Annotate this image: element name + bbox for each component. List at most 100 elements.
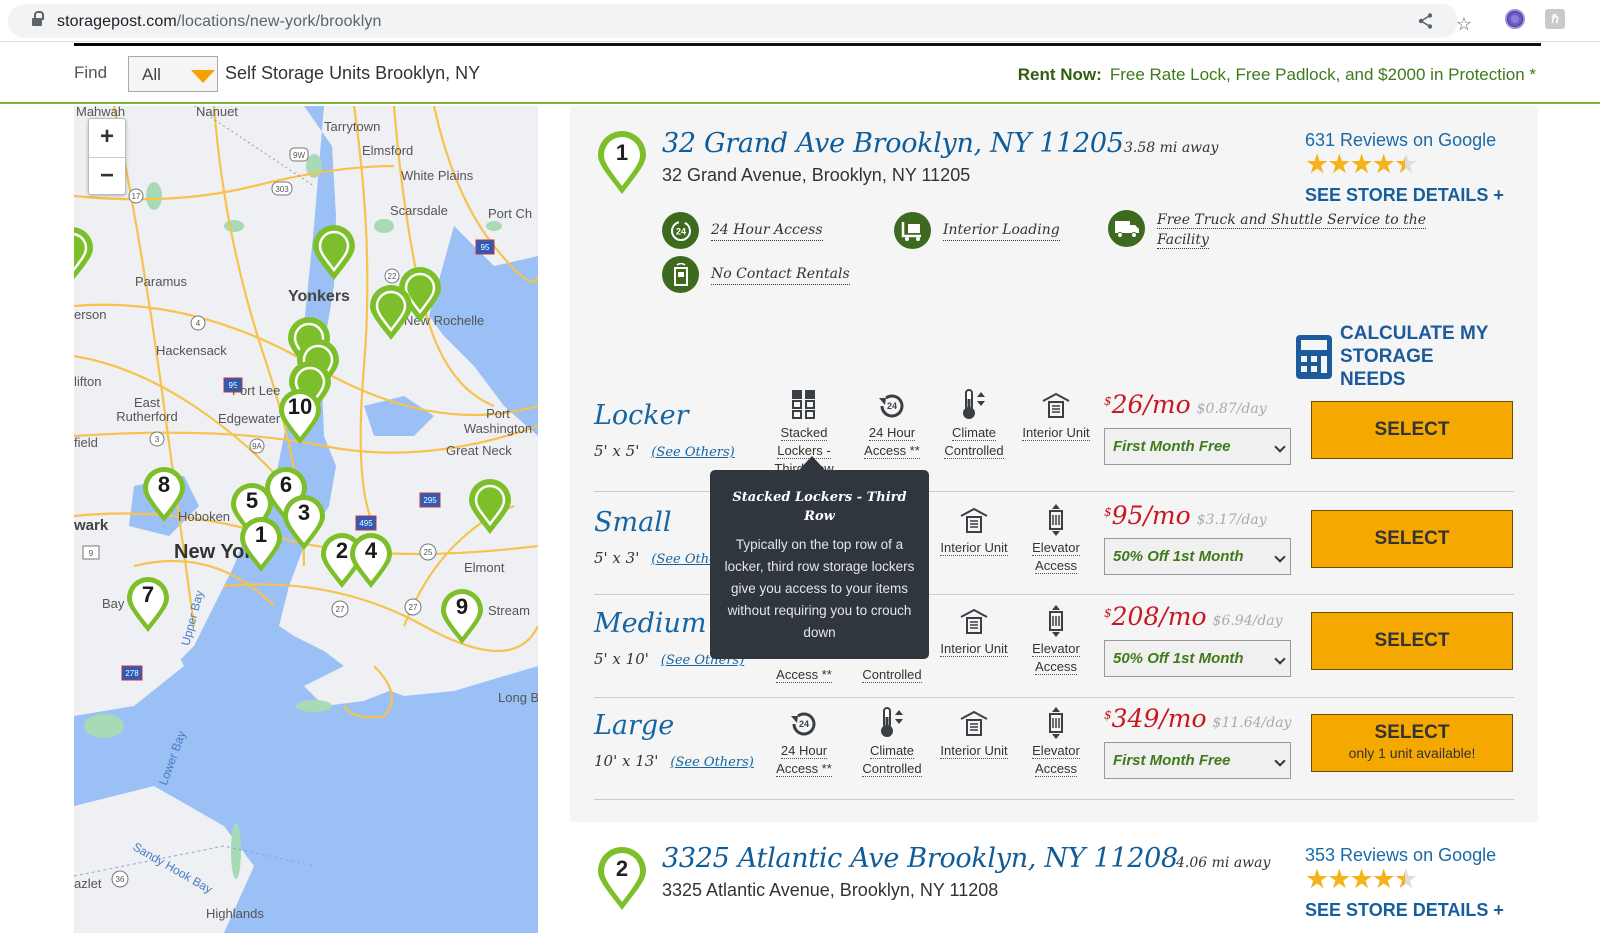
promo-select[interactable]: 50% Off 1st Month: [1104, 538, 1291, 575]
feature-24-hour[interactable]: 24 24 Hour Access **: [764, 704, 844, 778]
feature-interior-unit[interactable]: Interior Unit: [934, 704, 1014, 760]
store-pin-1: 1: [595, 130, 649, 196]
see-store-details-link[interactable]: SEE STORE DETAILS +: [1305, 900, 1504, 921]
amenity-interior-loading: Interior Loading: [894, 212, 1060, 249]
select-button[interactable]: SELECT: [1311, 612, 1513, 670]
map-label: Long B: [498, 690, 538, 705]
feature-interior-unit[interactable]: Interior Unit: [934, 501, 1014, 557]
map[interactable]: 9W 303 17 4 22 95 95 3 9A 295 495 25 27 …: [74, 106, 538, 933]
svg-text:25: 25: [424, 548, 433, 557]
currency-symbol: $: [1104, 505, 1112, 519]
select-button[interactable]: SELECT only 1 unit available!: [1311, 714, 1513, 772]
map-label: Scarsdale: [390, 203, 448, 218]
route-shield: 9W: [289, 147, 309, 162]
monthly-price: 95/mo: [1111, 501, 1191, 530]
google-reviews-link[interactable]: 353 Reviews on Google: [1305, 845, 1496, 866]
unit-type-select[interactable]: All: [128, 56, 218, 92]
map-label: Bay: [102, 596, 125, 611]
feature-elevator[interactable]: Elevator Access: [1016, 501, 1096, 575]
svg-text:3: 3: [155, 435, 160, 444]
promo-select[interactable]: First Month Free: [1104, 428, 1291, 465]
map-pin-9[interactable]: 9: [438, 588, 486, 646]
monthly-price: 208/mo: [1111, 602, 1207, 631]
feature-interior-unit[interactable]: Interior Unit: [934, 602, 1014, 658]
store-title-link[interactable]: 3325 Atlantic Ave Brooklyn, NY 11208: [662, 843, 1178, 874]
map-pin-1[interactable]: 1: [237, 516, 285, 574]
calculate-label: CALCULATE MY STORAGE NEEDS: [1340, 323, 1489, 390]
svg-text:27: 27: [409, 603, 418, 612]
unit-size: 10' x 13' (See Others): [594, 752, 754, 770]
feature-label: Climate Controlled: [862, 743, 922, 777]
pin-number: 4: [364, 538, 378, 563]
store-address: 32 Grand Avenue, Brooklyn, NY 11205: [662, 165, 971, 185]
zoom-out-button[interactable]: −: [89, 157, 125, 195]
promo-select[interactable]: First Month Free: [1104, 742, 1291, 779]
map-label: Stream: [488, 603, 530, 618]
feature-tooltip: Stacked Lockers - Third Row Typically on…: [710, 456, 929, 659]
half-star-icon: ★: [1393, 864, 1418, 894]
interior-unit-icon: [934, 501, 1014, 539]
zoom-in-button[interactable]: +: [89, 119, 125, 157]
feature-climate[interactable]: Climate Controlled: [934, 386, 1014, 460]
map-label: wark: [74, 517, 109, 534]
monthly-price: 26/mo: [1111, 390, 1191, 419]
amenity-label[interactable]: No Contact Rentals: [711, 264, 850, 285]
store-title-link[interactable]: 32 Grand Ave Brooklyn, NY 11205: [662, 128, 1124, 159]
unit-type-value: All: [142, 65, 161, 84]
map-label: Port Ch: [488, 206, 533, 221]
rent-now-text: Free Rate Lock, Free Padlock, and $2000 …: [1109, 65, 1536, 84]
amenity-label[interactable]: Interior Loading: [943, 220, 1060, 241]
feature-label: Interior Unit: [940, 540, 1008, 556]
find-bar: Find All Self Storage Units Brooklyn, NY…: [0, 46, 1600, 104]
route-shield: 17: [128, 188, 144, 204]
google-reviews-link[interactable]: 631 Reviews on Google: [1305, 130, 1496, 151]
store-pin-number: 2: [615, 856, 629, 881]
feature-interior-unit[interactable]: Interior Unit: [1016, 386, 1096, 442]
map-pin-4[interactable]: 4: [347, 532, 395, 590]
amenity-label-text: Free Truck and Shuttle Service to the Fa…: [1157, 212, 1427, 249]
star-icon: ★: [1371, 864, 1396, 894]
map-pin-8[interactable]: 8: [140, 466, 188, 524]
extension-icon[interactable]: [1505, 9, 1525, 29]
calculate-storage-needs-button[interactable]: CALCULATE MY STORAGE NEEDS: [1296, 322, 1500, 391]
24-hour-icon: 24: [662, 212, 699, 249]
lock-icon[interactable]: [32, 11, 44, 28]
map-pin[interactable]: [74, 226, 96, 284]
map-pin-10[interactable]: 10: [276, 388, 324, 446]
address-bar[interactable]: storagepost.com/locations/new-york/brook…: [8, 4, 1472, 38]
profile-icon[interactable]: ℏ: [1545, 9, 1565, 29]
rent-now-banner: Rent Now: Free Rate Lock, Free Padlock, a…: [1018, 65, 1536, 85]
url-text[interactable]: storagepost.com/locations/new-york/brook…: [57, 13, 381, 31]
map-zoom-control: + −: [88, 118, 126, 195]
chevron-down-icon: [1274, 551, 1286, 563]
map-label: East Rutherford: [116, 395, 178, 424]
see-others-link[interactable]: (See Others): [670, 755, 753, 770]
amenity-label[interactable]: Free Truck and Shuttle Service to the Fa…: [1157, 210, 1447, 250]
route-shield: 295: [419, 492, 441, 508]
select-button[interactable]: SELECT: [1311, 510, 1513, 568]
share-icon[interactable]: [1414, 12, 1438, 36]
map-pin[interactable]: [466, 478, 514, 536]
feature-climate[interactable]: Climate Controlled: [852, 704, 932, 778]
see-others-link[interactable]: (See Others): [651, 445, 734, 460]
select-button[interactable]: SELECT: [1311, 401, 1513, 459]
amenity-label[interactable]: 24 Hour Access: [711, 220, 823, 241]
route-shield: 278: [121, 665, 143, 681]
map-pin[interactable]: [310, 224, 358, 282]
promo-select[interactable]: 50% Off 1st Month: [1104, 640, 1291, 677]
climate-icon: [934, 386, 1014, 424]
feature-elevator[interactable]: Elevator Access: [1016, 602, 1096, 676]
page-title: Self Storage Units Brooklyn, NY: [225, 63, 481, 83]
feature-24-hour[interactable]: 24 24 Hour Access **: [852, 386, 932, 460]
feature-elevator[interactable]: Elevator Access: [1016, 704, 1096, 778]
map-pin[interactable]: [367, 284, 415, 342]
svg-text:9: 9: [89, 549, 94, 558]
elevator-icon: [1016, 704, 1096, 742]
unit-row-large: Large 10' x 13' (See Others) 24 24 Hour A…: [594, 698, 1514, 800]
elevator-icon: [1016, 501, 1096, 539]
see-store-details-link[interactable]: SEE STORE DETAILS +: [1305, 185, 1504, 206]
unit-size-value: 5' x 3': [594, 549, 640, 567]
bookmark-star-icon[interactable]: ☆: [1452, 12, 1476, 36]
map-pin-7[interactable]: 7: [124, 576, 172, 634]
route-shield: 25: [419, 543, 437, 561]
